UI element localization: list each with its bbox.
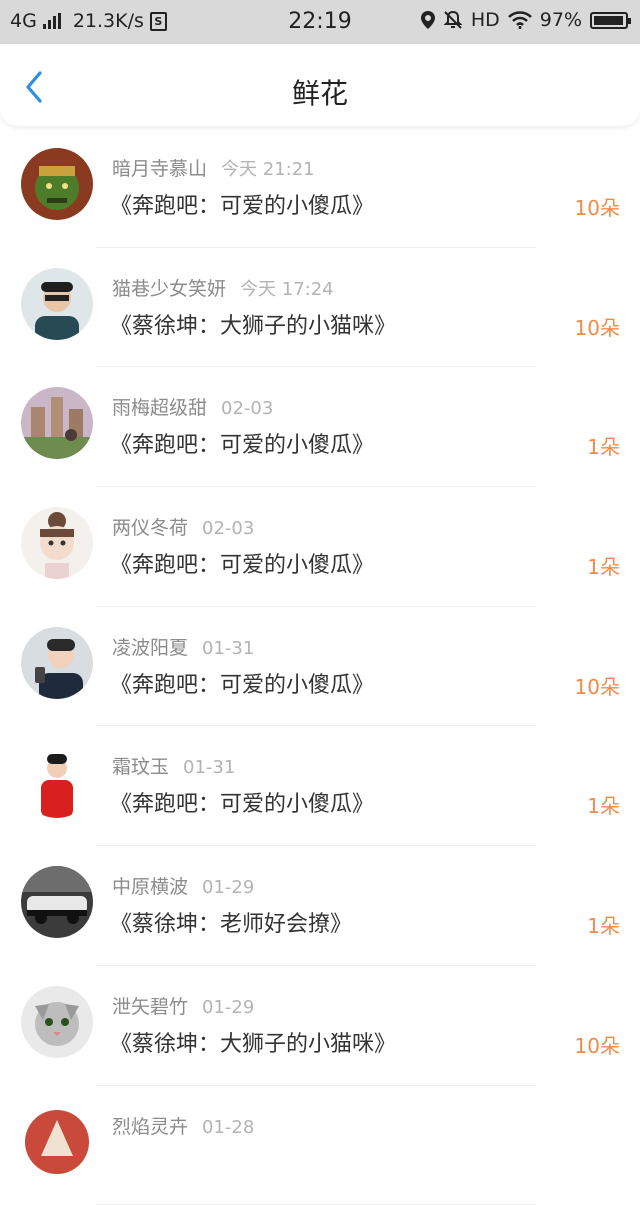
song-title: 《奔跑吧：可爱的小傻瓜》 — [110, 786, 374, 818]
avatar-image — [21, 866, 93, 938]
flower-count: 1朵 — [587, 910, 620, 939]
avatar-image — [21, 986, 93, 1058]
wifi-icon — [508, 11, 532, 29]
location-icon — [421, 11, 435, 29]
gift-list: 暗月寺慕山今天 21:21《奔跑吧：可爱的小傻瓜》10朵猫巷少女笑妍今天 17:… — [0, 128, 640, 1205]
song-title: 《蔡徐坤：大狮子的小猫咪》 — [110, 308, 396, 340]
list-item[interactable]: 两仪冬荷 02-03 《奔跑吧：可爱的小傻瓜》 1朵 — [0, 487, 640, 607]
list-item[interactable]: 暗月寺慕山今天 21:21 《奔跑吧：可爱的小傻瓜》 10朵 — [0, 128, 640, 248]
item-meta: 霜玟玉 01-31 — [112, 752, 235, 779]
sender-name: 泄矢碧竹 — [112, 996, 188, 1018]
avatar[interactable] — [21, 148, 93, 220]
flower-count: 10朵 — [575, 192, 620, 221]
song-title: 《奔跑吧：可爱的小傻瓜》 — [110, 188, 374, 220]
sender-name: 暗月寺慕山 — [112, 158, 207, 180]
list-item[interactable]: 猫巷少女笑妍今天 17:24 《蔡徐坤：大狮子的小猫咪》 10朵 — [0, 248, 640, 368]
flower-count: 1朵 — [587, 431, 620, 460]
item-meta: 凌波阳夏 01-31 — [112, 633, 254, 660]
sender-name: 烈焰灵卉 — [112, 1116, 188, 1138]
item-meta: 烈焰灵卉 01-28 — [112, 1112, 254, 1139]
avatar[interactable] — [21, 866, 93, 938]
list-item[interactable]: 烈焰灵卉 01-28 — [0, 1086, 640, 1205]
sender-name: 雨梅超级甜 — [112, 397, 207, 419]
page-title: 鲜花 — [0, 72, 640, 112]
list-item[interactable]: 雨梅超级甜 02-03 《奔跑吧：可爱的小傻瓜》 1朵 — [0, 367, 640, 487]
mute-bell-icon — [443, 10, 463, 30]
avatar-image — [21, 148, 93, 220]
nav-bar: 鲜花 — [0, 44, 640, 126]
list-item[interactable]: 霜玟玉 01-31 《奔跑吧：可爱的小傻瓜》 1朵 — [0, 726, 640, 846]
flower-count: 10朵 — [575, 312, 620, 341]
song-title: 《蔡徐坤：老师好会撩》 — [110, 906, 352, 938]
avatar[interactable] — [21, 507, 93, 579]
avatar-image — [21, 387, 93, 459]
avatar[interactable] — [21, 1106, 93, 1178]
gift-time: 02-03 — [202, 518, 254, 539]
gift-time: 今天 21:21 — [221, 159, 315, 180]
song-title: 《蔡徐坤：大狮子的小猫咪》 — [110, 1026, 396, 1058]
list-item[interactable]: 凌波阳夏 01-31 《奔跑吧：可爱的小傻瓜》 10朵 — [0, 607, 640, 727]
sender-name: 凌波阳夏 — [112, 637, 188, 659]
item-meta: 雨梅超级甜 02-03 — [112, 393, 273, 420]
sender-name: 两仪冬荷 — [112, 517, 188, 539]
battery-icon — [590, 12, 628, 29]
flower-count: 1朵 — [587, 790, 620, 819]
avatar-image — [21, 746, 93, 818]
avatar-image — [21, 268, 93, 340]
sender-name: 霜玟玉 — [112, 756, 169, 778]
avatar[interactable] — [21, 627, 93, 699]
item-meta: 两仪冬荷 02-03 — [112, 513, 254, 540]
list-item[interactable]: 泄矢碧竹 01-29 《蔡徐坤：大狮子的小猫咪》 10朵 — [0, 966, 640, 1086]
gift-time: 01-31 — [183, 757, 235, 778]
avatar[interactable] — [21, 986, 93, 1058]
item-meta: 泄矢碧竹 01-29 — [112, 992, 254, 1019]
list-item[interactable]: 中原横波 01-29 《蔡徐坤：老师好会撩》 1朵 — [0, 846, 640, 966]
item-meta: 中原横波 01-29 — [112, 872, 254, 899]
avatar[interactable] — [21, 268, 93, 340]
song-title: 《奔跑吧：可爱的小傻瓜》 — [110, 667, 374, 699]
gift-time: 01-29 — [202, 877, 254, 898]
song-title: 《奔跑吧：可爱的小傻瓜》 — [110, 427, 374, 459]
flower-count: 10朵 — [575, 671, 620, 700]
sender-name: 猫巷少女笑妍 — [112, 278, 226, 300]
avatar[interactable] — [21, 746, 93, 818]
sender-name: 中原横波 — [112, 876, 188, 898]
avatar-image — [21, 627, 93, 699]
gift-time: 01-29 — [202, 997, 254, 1018]
avatar-image — [21, 1106, 93, 1178]
item-meta: 猫巷少女笑妍今天 17:24 — [112, 274, 334, 301]
avatar-image — [21, 507, 93, 579]
status-right: HD 97% — [421, 9, 628, 31]
gift-time: 01-31 — [202, 638, 254, 659]
flower-count: 10朵 — [575, 1030, 620, 1059]
gift-time: 02-03 — [221, 398, 273, 419]
gift-time: 今天 17:24 — [240, 279, 334, 300]
gift-time: 01-28 — [202, 1117, 254, 1138]
battery-percent: 97% — [540, 9, 582, 31]
item-meta: 暗月寺慕山今天 21:21 — [112, 154, 315, 181]
status-bar: 4G 21.3K/s S 22:19 HD 97% — [0, 0, 640, 44]
avatar[interactable] — [21, 387, 93, 459]
hd-label: HD — [471, 9, 500, 31]
song-title: 《奔跑吧：可爱的小傻瓜》 — [110, 547, 374, 579]
flower-count: 1朵 — [587, 551, 620, 580]
